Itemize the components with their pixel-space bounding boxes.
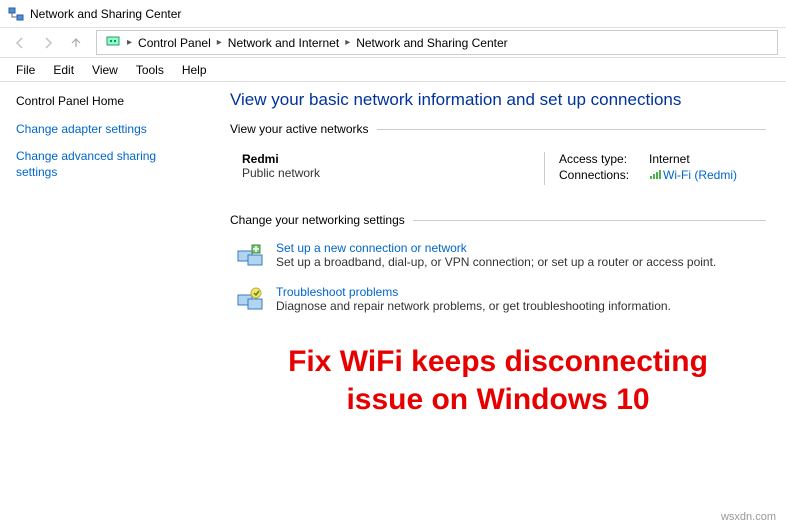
active-networks-legend: View your active networks <box>230 122 377 136</box>
menu-tools[interactable]: Tools <box>128 61 172 79</box>
wifi-signal-icon <box>649 168 663 183</box>
menu-file[interactable]: File <box>8 61 43 79</box>
setup-connection-icon <box>234 241 266 273</box>
breadcrumb-network-sharing-center[interactable]: Network and Sharing Center <box>354 36 509 50</box>
control-panel-icon <box>103 33 123 52</box>
sidebar-change-adapter[interactable]: Change adapter settings <box>16 122 194 138</box>
breadcrumb-control-panel[interactable]: Control Panel <box>136 36 213 50</box>
breadcrumb[interactable]: ▸ Control Panel ▸ Network and Internet ▸… <box>96 30 778 55</box>
network-sharing-icon <box>8 6 24 22</box>
access-type-label: Access type: <box>559 152 649 166</box>
chevron-right-icon: ▸ <box>215 37 224 48</box>
up-button[interactable] <box>64 31 88 55</box>
banner-line1: Fix WiFi keeps disconnecting <box>230 343 766 381</box>
watermark: wsxdn.com <box>721 511 776 523</box>
forward-button[interactable] <box>36 31 60 55</box>
connection-link[interactable]: Wi-Fi (Redmi) <box>663 168 737 183</box>
setup-connection-row: Set up a new connection or network Set u… <box>230 235 766 279</box>
menu-help[interactable]: Help <box>174 61 215 79</box>
access-type-value: Internet <box>649 152 690 166</box>
caption-banner: Fix WiFi keeps disconnecting issue on Wi… <box>230 343 766 418</box>
sidebar: Control Panel Home Change adapter settin… <box>0 82 210 529</box>
chevron-right-icon: ▸ <box>343 37 352 48</box>
troubleshoot-row: Troubleshoot problems Diagnose and repai… <box>230 279 766 323</box>
troubleshoot-link[interactable]: Troubleshoot problems <box>276 285 671 299</box>
menu-view[interactable]: View <box>84 61 126 79</box>
back-button[interactable] <box>8 31 32 55</box>
menubar: File Edit View Tools Help <box>0 58 786 82</box>
network-name: Redmi <box>242 152 544 166</box>
setup-connection-link[interactable]: Set up a new connection or network <box>276 241 716 255</box>
troubleshoot-desc: Diagnose and repair network problems, or… <box>276 299 671 313</box>
sidebar-change-advanced-sharing[interactable]: Change advanced sharing settings <box>16 149 194 180</box>
troubleshoot-icon <box>234 285 266 317</box>
window-title: Network and Sharing Center <box>30 7 181 21</box>
active-networks-section: View your active networks Redmi Public n… <box>230 122 766 193</box>
banner-line2: issue on Windows 10 <box>230 381 766 419</box>
main-area: Control Panel Home Change adapter settin… <box>0 82 786 529</box>
titlebar: Network and Sharing Center <box>0 0 786 28</box>
content-pane: View your basic network information and … <box>210 82 786 529</box>
menu-edit[interactable]: Edit <box>45 61 82 79</box>
sidebar-home[interactable]: Control Panel Home <box>16 94 194 110</box>
addressbar: ▸ Control Panel ▸ Network and Internet ▸… <box>0 28 786 58</box>
network-type: Public network <box>242 166 544 180</box>
breadcrumb-network-internet[interactable]: Network and Internet <box>226 36 341 50</box>
change-settings-section: Change your networking settings Set up a… <box>230 213 766 323</box>
page-title: View your basic network information and … <box>230 90 766 110</box>
setup-connection-desc: Set up a broadband, dial-up, or VPN conn… <box>276 255 716 269</box>
network-row: Redmi Public network Access type: Intern… <box>230 144 766 193</box>
chevron-right-icon: ▸ <box>125 37 134 48</box>
connections-label: Connections: <box>559 168 649 183</box>
change-settings-legend: Change your networking settings <box>230 213 413 227</box>
